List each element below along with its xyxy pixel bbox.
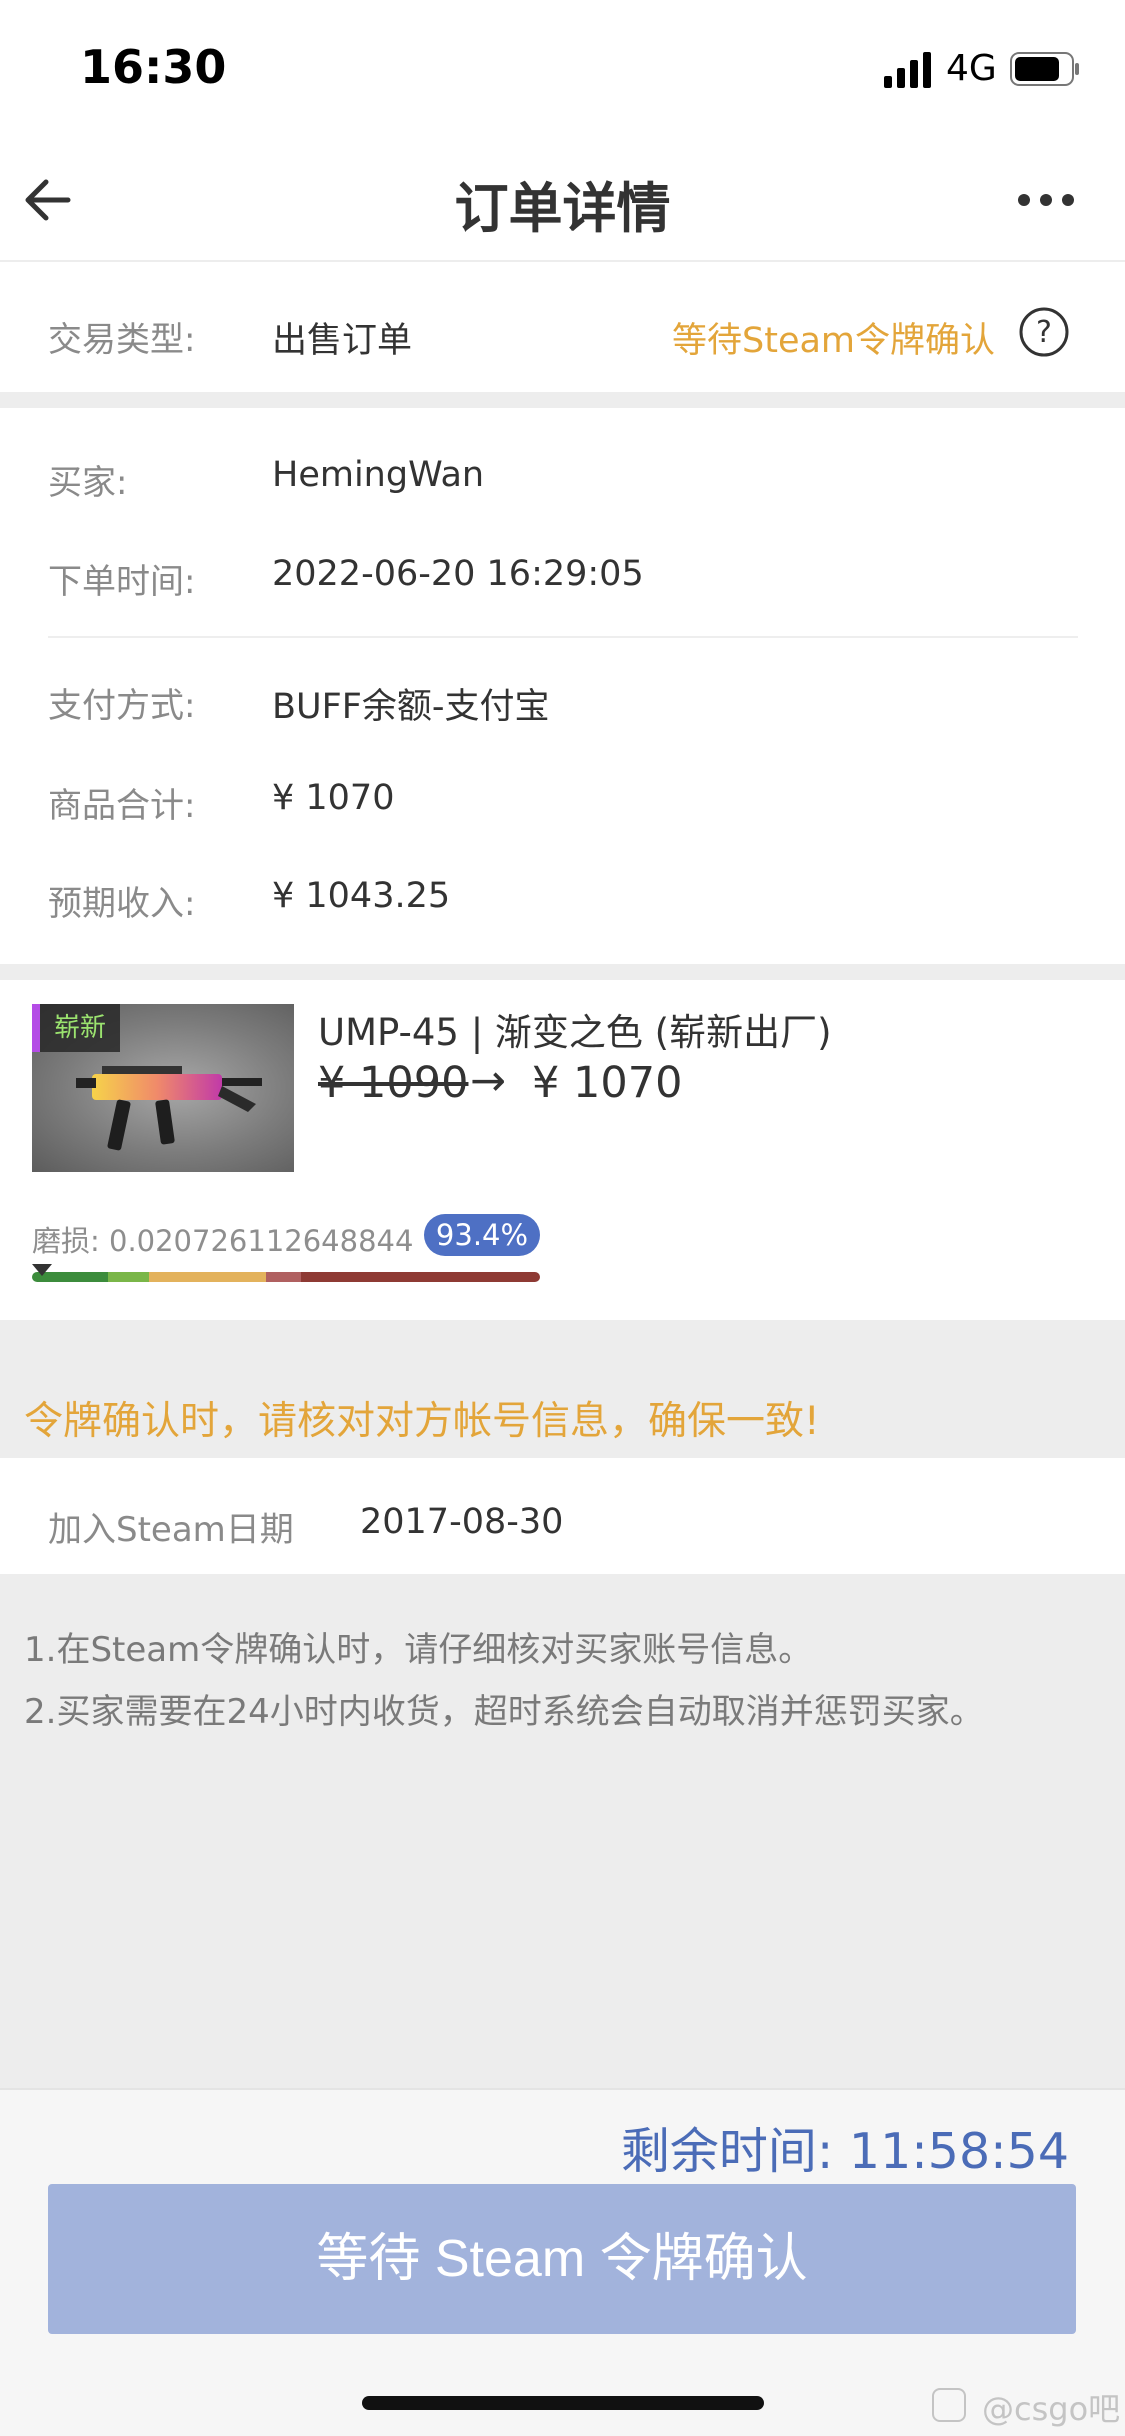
network-type: 4G: [946, 48, 997, 89]
waiting-confirm-button[interactable]: 等待 Steam 令牌确认: [48, 2184, 1076, 2334]
new-price: ¥ 1070: [532, 1058, 683, 1108]
total-value: ¥ 1070: [272, 778, 395, 818]
wear-bar: [32, 1272, 540, 1282]
steam-date-label: 加入Steam日期: [48, 1510, 294, 1550]
buyer-label: 买家:: [48, 463, 128, 503]
wear-value-label: 磨损: 0.020726112648844: [32, 1224, 414, 1258]
status-time: 16:30: [80, 40, 227, 94]
trade-type-label: 交易类型:: [48, 320, 196, 360]
help-circle-icon[interactable]: ?: [1018, 306, 1070, 358]
page-title: 订单详情: [454, 177, 671, 240]
battery-icon: [1010, 52, 1079, 86]
svg-text:?: ?: [1036, 315, 1052, 350]
divider: [48, 636, 1078, 638]
order-time-label: 下单时间:: [48, 562, 196, 602]
signal-icon: [884, 52, 931, 88]
warning-text: 令牌确认时，请核对对方帐号信息，确保一致!: [24, 1399, 820, 1444]
item-image[interactable]: 崭新: [32, 1004, 294, 1172]
steam-date-value: 2017-08-30: [360, 1502, 564, 1542]
income-label: 预期收入:: [48, 884, 196, 924]
payment-value: BUFF余额-支付宝: [272, 687, 550, 727]
nav-bar: 订单详情: [0, 140, 1125, 260]
wear-percent-badge: 93.4%: [424, 1214, 540, 1256]
old-price: ¥ 1090: [318, 1058, 469, 1108]
order-time-value: 2022-06-20 16:29:05: [272, 554, 644, 594]
income-value: ¥ 1043.25: [272, 876, 451, 916]
payment-label: 支付方式:: [48, 686, 196, 726]
wear-bar-seg-ww: [265, 1272, 302, 1282]
buyer-value: HemingWan: [272, 455, 485, 495]
home-indicator[interactable]: [362, 2396, 764, 2410]
watermark: @csgo吧: [982, 2390, 1121, 2428]
wear-marker: [32, 1264, 52, 1276]
more-dots-icon[interactable]: [1016, 190, 1076, 210]
wear-bar-seg-mw: [108, 1272, 149, 1282]
gun-image: [76, 1066, 262, 1151]
price-arrow: →: [470, 1056, 507, 1106]
note-1: 1.在Steam令牌确认时，请仔细核对买家账号信息。: [24, 1630, 813, 1670]
status-bar: 16:30 4G: [0, 0, 1125, 140]
wear-tag: 崭新: [32, 1004, 120, 1052]
trade-status-text: 等待Steam令牌确认: [672, 321, 996, 361]
total-label: 商品合计:: [48, 786, 196, 826]
item-name: UMP-45 | 渐变之色 (崭新出厂): [318, 1011, 832, 1054]
wear-bar-seg-bs: [301, 1272, 540, 1282]
countdown-timer: 剩余时间: 11:58:54: [620, 2123, 1069, 2180]
wear-bar-seg-ft: [148, 1272, 266, 1282]
watermark-icon: [932, 2388, 966, 2422]
note-2: 2.买家需要在24小时内收货，超时系统会自动取消并惩罚买家。: [24, 1692, 984, 1732]
trade-type-value: 出售订单: [272, 321, 413, 361]
